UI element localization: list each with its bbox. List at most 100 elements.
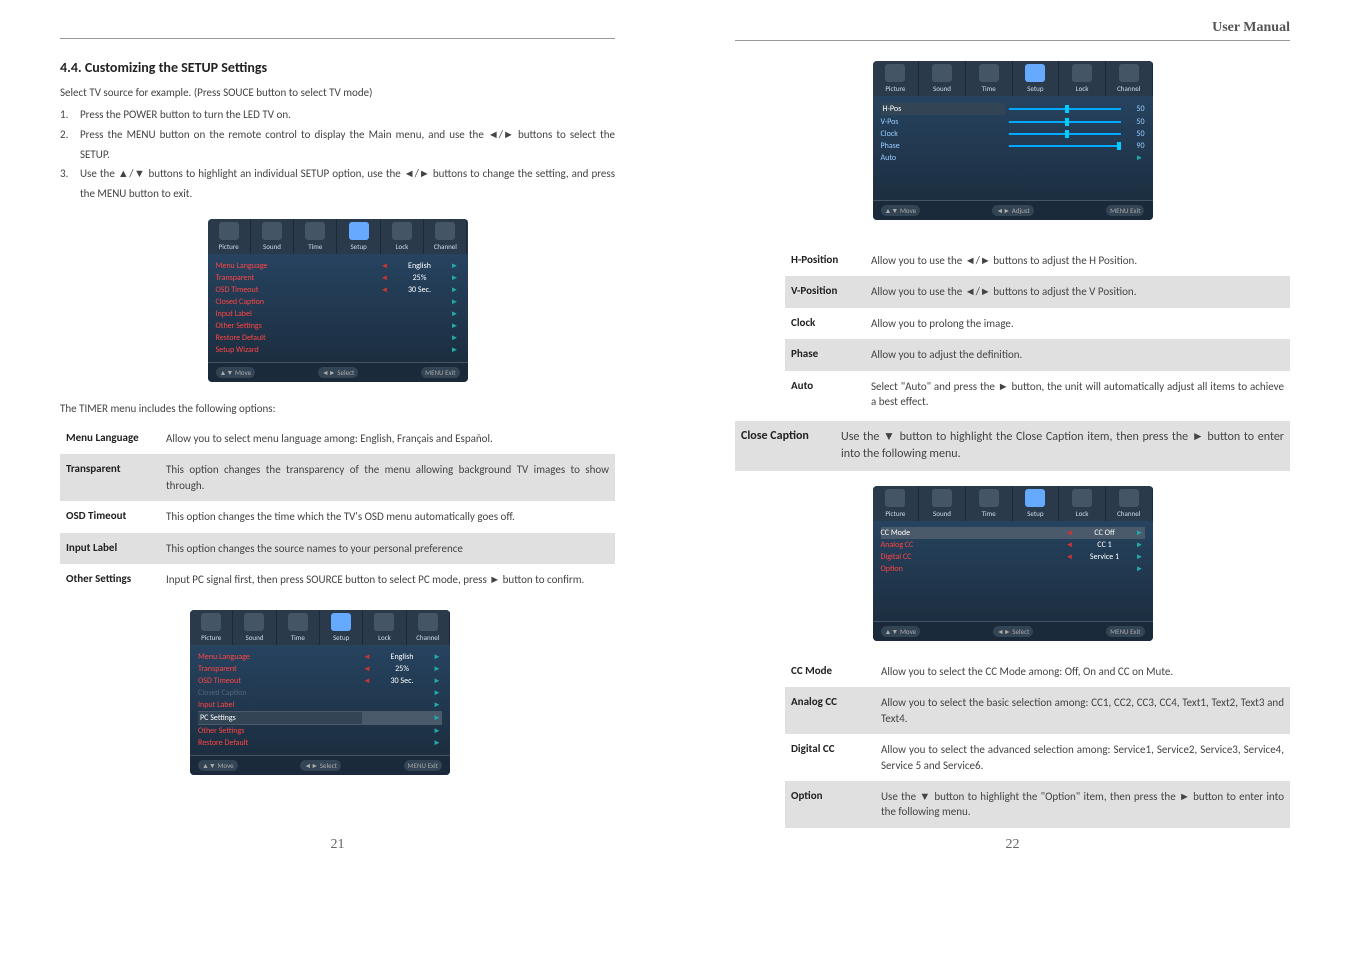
menu-label: H-Pos	[881, 103, 1005, 115]
slider	[1005, 121, 1125, 123]
def-row: ClockAllow you to prolong the image.	[785, 308, 1290, 339]
close-caption-row: Close Caption Use the ▼ button to highli…	[735, 421, 1290, 471]
menu-tabs: Picture Sound Time Setup Lock Channel	[190, 610, 450, 645]
arrow-right-icon: ►	[1135, 564, 1145, 574]
footer-exit: MENU Exit	[421, 367, 459, 378]
menu-tab-picture: Picture	[190, 610, 233, 645]
def-desc: Allow you to use the ◄/► buttons to adju…	[871, 284, 1284, 299]
footer-exit: MENU Exit	[404, 760, 442, 771]
menu-label: Setup Wizard	[216, 345, 380, 355]
menu-row-slider: V-Pos50	[881, 116, 1145, 128]
menu-row: Other Settings►	[216, 320, 460, 332]
tab-label: Setup	[1015, 84, 1057, 93]
arrow-right-icon: ►	[450, 273, 460, 283]
menu-label: CC Mode	[881, 528, 1065, 538]
def-term: Phase	[791, 347, 871, 362]
def-row: TransparentThis option changes the trans…	[60, 454, 615, 501]
arrow-right-icon: ►	[1135, 540, 1145, 550]
menu-label: Clock	[881, 129, 1005, 139]
menu-tab-sound: Sound	[919, 61, 966, 96]
step-item: 2.Press the MENU button on the remote co…	[60, 125, 615, 165]
tab-label: Sound	[253, 242, 291, 251]
menu-footer: ▲▼ Move ◄► Select MENU Exit	[873, 621, 1153, 641]
footer-move: ▲▼ Move	[881, 205, 921, 216]
arrow-right-icon: ►	[450, 285, 460, 295]
arrow-right-icon: ►	[432, 713, 442, 723]
def-term: Input Label	[66, 541, 166, 556]
menu-row: Restore Default►	[198, 737, 442, 749]
menu-tab-time: Time	[277, 610, 320, 645]
menu-tab-sound: Sound	[251, 219, 294, 254]
menu-footer: ▲▼ Move ◄► Select MENU Exit	[208, 362, 468, 382]
def-row: V-PositionAllow you to use the ◄/► butto…	[785, 276, 1290, 307]
menu-row: Input Label►	[198, 699, 442, 711]
def-row: Other SettingsInput PC signal first, the…	[60, 564, 615, 595]
arrow-right-icon: ►	[450, 345, 460, 355]
tab-label: Channel	[1108, 84, 1150, 93]
arrow-right-icon: ►	[432, 652, 442, 662]
step-item: 3.Use the ▲/▼ buttons to highlight an in…	[60, 164, 615, 204]
step-text: Use the ▲/▼ buttons to highlight an indi…	[80, 164, 615, 204]
def-desc: This option changes the transparency of …	[166, 462, 609, 493]
slider-value: 50	[1125, 104, 1145, 114]
menu-tab-channel: Channel	[1106, 486, 1153, 521]
def-term: OSD Timeout	[66, 509, 166, 524]
slider	[1005, 145, 1125, 147]
menu-label: Closed Caption	[198, 688, 362, 698]
tab-label: Setup	[322, 633, 360, 642]
menu-tab-channel: Channel	[424, 219, 467, 254]
menu-tab-lock: Lock	[1059, 486, 1106, 521]
menu-row-slider: Clock 50	[881, 128, 1145, 140]
slider-bar	[1009, 108, 1121, 110]
arrow-left-icon: ◄	[380, 261, 390, 271]
section-number: 4.4.	[60, 59, 82, 76]
def-row: Input LabelThis option changes the sourc…	[60, 533, 615, 564]
menu-tab-setup: Setup	[320, 610, 363, 645]
menu-tab-channel: Channel	[1106, 61, 1153, 96]
menu-label: OSD Timeout	[198, 676, 362, 686]
menu-label: OSD Timeout	[216, 285, 380, 295]
menu-label: Menu Language	[198, 652, 362, 662]
def-term: Analog CC	[791, 695, 881, 726]
page-left: 4.4. Customizing the SETUP Settings Sele…	[0, 0, 675, 868]
footer-exit: MENU Exit	[1106, 205, 1144, 216]
def-term: V-Position	[791, 284, 871, 299]
slider-value: 50	[1125, 129, 1145, 139]
step-text: Press the POWER button to turn the LED T…	[80, 105, 291, 125]
menu-label: Transparent	[216, 273, 380, 283]
def-desc: This option changes the time which the T…	[166, 509, 609, 524]
def-row: OSD TimeoutThis option changes the time …	[60, 501, 615, 532]
menu-tab-lock: Lock	[381, 219, 424, 254]
tab-label: Channel	[426, 242, 464, 251]
footer-move: ▲▼ Move	[216, 367, 256, 378]
def-row: CC ModeAllow you to select the CC Mode a…	[785, 656, 1290, 687]
header-title: User Manual	[1212, 20, 1290, 35]
slider-bar	[1009, 133, 1121, 135]
footer-move: ▲▼ Move	[881, 626, 921, 637]
def-row: Analog CCAllow you to select the basic s…	[785, 687, 1290, 734]
tab-label: Channel	[1108, 509, 1150, 518]
arrow-right-icon: ►	[432, 688, 442, 698]
menu-tab-setup: Setup	[1013, 61, 1060, 96]
footer-select: ◄► Select	[993, 626, 1034, 637]
menu-tabs: Picture Sound Time Setup Lock Channel	[208, 219, 468, 254]
slider-value: 90	[1125, 141, 1145, 151]
tab-label: Picture	[875, 509, 917, 518]
definitions-table: Menu LanguageAllow you to select menu la…	[60, 423, 615, 595]
tab-label: Setup	[1015, 509, 1057, 518]
def-row: H-PositionAllow you to use the ◄/► butto…	[785, 245, 1290, 276]
menu-tab-sound: Sound	[233, 610, 276, 645]
menu-value: English	[372, 652, 432, 662]
menu-label: Restore Default	[216, 333, 380, 343]
def-desc: Allow you to adjust the definition.	[871, 347, 1284, 362]
menu-tabs: Picture Sound Time Setup Lock Channel	[873, 61, 1153, 96]
setup-menu-screenshot: Picture Sound Time Setup Lock Channel Me…	[208, 219, 468, 382]
menu-row: Closed Caption ►	[198, 687, 442, 699]
def-row: Digital CCAllow you to select the advanc…	[785, 734, 1290, 781]
menu-row: Analog CC◄CC 1►	[881, 539, 1145, 551]
menu-label: PC Settings	[198, 712, 362, 724]
menu-row: Menu Language◄English►	[198, 651, 442, 663]
menu-label: Input Label	[198, 700, 362, 710]
menu-body: H-Pos50 V-Pos50 Clock50 Phase90 Auto►	[873, 96, 1153, 200]
def-term: Auto	[791, 379, 871, 410]
